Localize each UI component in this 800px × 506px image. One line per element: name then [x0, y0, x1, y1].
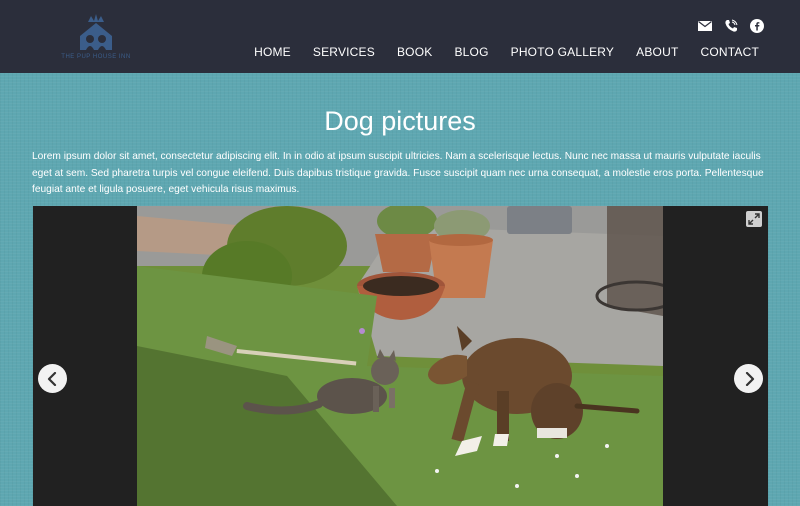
site-logo[interactable]: THE PUP HOUSE INN [56, 10, 136, 64]
site-header: THE PUP HOUSE INN HOME SERVICES BOOK BLO… [0, 0, 800, 73]
phone-icon[interactable] [724, 19, 738, 33]
nav-home[interactable]: HOME [254, 45, 291, 59]
page-intro: Lorem ipsum dolor sit amet, consectetur … [32, 151, 764, 195]
page-title: Dog pictures [324, 106, 476, 136]
next-photo-button[interactable] [734, 364, 763, 393]
chevron-left-icon [47, 371, 56, 386]
nav-blog[interactable]: BLOG [454, 45, 488, 59]
nav-services[interactable]: SERVICES [313, 45, 375, 59]
email-icon[interactable] [698, 19, 712, 33]
gallery-photo [137, 206, 663, 506]
chevron-right-icon [745, 371, 754, 386]
main-nav: HOME SERVICES BOOK BLOG PHOTO GALLERY AB… [254, 45, 759, 59]
nav-about[interactable]: ABOUT [636, 45, 678, 59]
facebook-icon[interactable] [750, 19, 764, 33]
photo-slideshow[interactable] [33, 206, 768, 506]
expand-icon [748, 213, 760, 225]
fullscreen-button[interactable] [746, 211, 762, 227]
social-links [698, 19, 764, 33]
doghouse-logo-icon [80, 14, 112, 50]
nav-photo-gallery[interactable]: PHOTO GALLERY [511, 45, 615, 59]
nav-book[interactable]: BOOK [397, 45, 432, 59]
logo-text: THE PUP HOUSE INN [61, 54, 131, 60]
previous-photo-button[interactable] [38, 364, 67, 393]
nav-contact[interactable]: CONTACT [700, 45, 759, 59]
